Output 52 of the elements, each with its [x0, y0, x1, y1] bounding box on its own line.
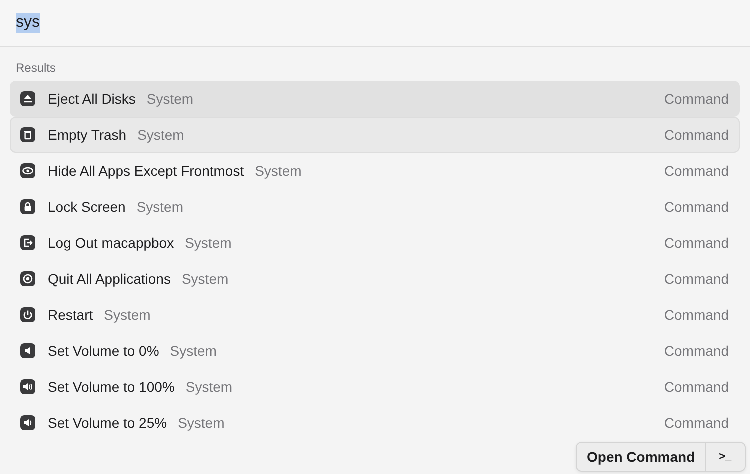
result-title: Set Volume to 25% — [48, 415, 168, 431]
result-item[interactable]: Lock Screen System Command — [10, 189, 740, 225]
result-item[interactable]: Quit All Applications System Command — [10, 261, 740, 297]
result-title: Log Out macappbox — [48, 235, 174, 251]
actions-shortcut-button[interactable]: >_ — [705, 443, 745, 471]
result-subtitle: System — [170, 343, 217, 359]
result-subtitle: System — [136, 199, 184, 215]
result-type: Command — [664, 271, 729, 287]
result-title: Empty Trash — [48, 127, 127, 143]
result-type: Command — [664, 235, 729, 251]
result-title: Set Volume to 0% — [48, 343, 160, 359]
result-type: Command — [664, 379, 729, 395]
result-title: Set Volume to 100% — [48, 379, 175, 395]
volume-low-icon — [20, 343, 36, 359]
open-command-button[interactable]: Open Command — [577, 443, 706, 471]
result-subtitle: System — [138, 127, 184, 143]
result-item[interactable]: Set Volume to 0% System Command — [10, 333, 740, 369]
power-icon — [20, 307, 36, 323]
volume-high-icon — [20, 379, 36, 395]
result-item[interactable]: Restart System Command — [10, 297, 740, 333]
logout-icon — [20, 235, 36, 251]
result-item[interactable]: Log Out macappbox System Command — [10, 225, 740, 261]
result-type: Command — [664, 307, 729, 323]
result-title: Lock Screen — [48, 199, 126, 215]
section-title: Results — [15, 60, 58, 77]
result-type: Command — [664, 199, 729, 215]
lock-icon — [20, 199, 36, 215]
result-type: Command — [664, 415, 729, 431]
result-subtitle: System — [185, 235, 232, 251]
result-item[interactable]: Set Volume to 25% System Command — [10, 405, 740, 441]
result-item[interactable]: Hide All Apps Except Frontmost System Command — [10, 153, 740, 189]
result-subtitle: System — [178, 415, 225, 431]
result-type: Command — [664, 163, 729, 179]
result-type: Command — [664, 127, 729, 143]
result-subtitle: System — [146, 91, 194, 107]
result-item[interactable]: Empty Trash System Command — [10, 117, 740, 153]
result-type: Command — [664, 91, 729, 107]
result-title: Restart — [48, 307, 94, 323]
result-subtitle: System — [186, 379, 233, 395]
result-type: Command — [664, 343, 729, 359]
result-title: Quit All Applications — [48, 271, 171, 287]
eject-icon — [20, 91, 36, 107]
result-subtitle: System — [182, 271, 229, 287]
volume-icon — [20, 415, 36, 431]
result-subtitle: System — [255, 163, 302, 179]
trash-icon — [20, 127, 36, 143]
result-item[interactable]: Eject All Disks System Command — [10, 81, 740, 117]
result-item[interactable]: Set Volume to 100% System Command — [10, 369, 740, 405]
result-title: Hide All Apps Except Frontmost — [48, 163, 244, 179]
result-title: Eject All Disks — [48, 91, 136, 107]
result-subtitle: System — [104, 307, 151, 323]
eye-icon — [20, 163, 36, 179]
